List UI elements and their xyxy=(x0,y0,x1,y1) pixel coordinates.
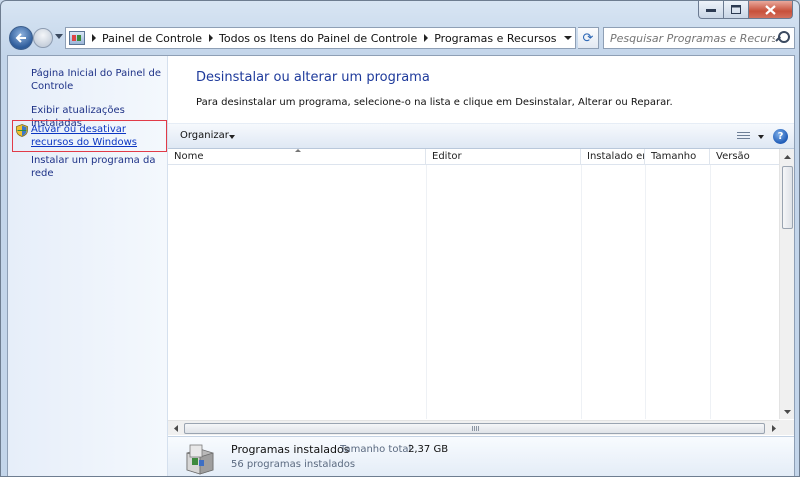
breadcrumb-separator-icon[interactable] xyxy=(424,34,429,42)
scroll-up-icon xyxy=(784,154,791,159)
scroll-left-button[interactable] xyxy=(168,421,183,436)
column-header-installed-on[interactable]: Instalado em xyxy=(581,149,645,165)
close-icon xyxy=(765,4,776,15)
refresh-button[interactable]: ⟳ xyxy=(578,27,599,49)
views-dropdown-icon[interactable] xyxy=(758,135,764,139)
breadcrumb-separator-icon[interactable] xyxy=(92,34,96,42)
sidebar-item-windows-features[interactable]: Ativar ou desativar recursos do Windows xyxy=(12,120,167,152)
breadcrumb-painel-de-controle[interactable]: Painel de Controle xyxy=(102,32,202,45)
vertical-scrollbar[interactable] xyxy=(779,149,794,419)
caption-buttons xyxy=(698,1,793,20)
column-divider xyxy=(426,165,427,419)
scroll-grip-icon xyxy=(472,426,479,431)
details-pane: Programas instalados Tamanho total: 2,37… xyxy=(168,436,794,476)
breadcrumb-separator-icon[interactable] xyxy=(209,34,214,42)
installed-programs-count: 56 programas instalados xyxy=(231,459,356,470)
scrollbar-corner xyxy=(779,420,794,435)
back-arrow-icon xyxy=(15,33,26,43)
close-button[interactable] xyxy=(749,1,793,19)
column-header-row: Nome Editor Instalado em Tamanho Versão xyxy=(168,149,779,165)
page-description: Para desinstalar um programa, selecione-… xyxy=(196,97,673,108)
column-header-editor[interactable]: Editor xyxy=(426,149,581,165)
horizontal-scrollbar[interactable] xyxy=(168,420,779,435)
search-icon[interactable] xyxy=(775,31,790,45)
organize-dropdown-icon[interactable] xyxy=(229,135,235,139)
control-panel-window: Painel de Controle Todos os Itens do Pai… xyxy=(0,0,800,477)
sidebar-item-windows-features-label: Ativar ou desativar recursos do Windows xyxy=(31,124,137,148)
programs-list[interactable]: Nome Editor Instalado em Tamanho Versão xyxy=(168,149,794,435)
page-title: Desinstalar ou alterar um programa xyxy=(196,70,430,85)
forward-button[interactable] xyxy=(33,28,53,48)
minimize-button[interactable] xyxy=(698,1,724,19)
scroll-down-button[interactable] xyxy=(780,404,795,419)
minimize-icon xyxy=(706,8,716,12)
content-area: Página Inicial do Painel de Controle Exi… xyxy=(7,55,795,476)
command-bar: Organizar ? xyxy=(168,123,794,149)
address-bar[interactable]: Painel de Controle Todos os Itens do Pai… xyxy=(65,27,576,49)
column-header-size[interactable]: Tamanho xyxy=(645,149,710,165)
maximize-icon xyxy=(731,5,741,14)
horizontal-scroll-thumb[interactable] xyxy=(184,423,765,434)
recent-pages-dropdown[interactable] xyxy=(55,34,63,39)
installed-programs-title: Programas instalados xyxy=(231,443,350,456)
main-pane: Desinstalar ou alterar um programa Para … xyxy=(168,56,794,476)
help-icon[interactable]: ? xyxy=(773,129,788,144)
scroll-left-icon xyxy=(173,425,178,432)
back-button[interactable] xyxy=(9,26,33,50)
task-pane: Página Inicial do Painel de Controle Exi… xyxy=(8,56,168,476)
sidebar-item-install-network[interactable]: Instalar um programa da rede xyxy=(31,154,166,180)
control-panel-icon xyxy=(69,31,85,45)
programs-box-icon xyxy=(186,444,214,475)
total-size-value: 2,37 GB xyxy=(408,444,449,455)
total-size-label: Tamanho total: xyxy=(340,444,415,455)
sidebar-item-home[interactable]: Página Inicial do Painel de Controle xyxy=(31,67,166,93)
views-icon[interactable] xyxy=(737,132,750,141)
breadcrumb-programas-e-recursos[interactable]: Programas e Recursos xyxy=(434,32,556,45)
column-header-version[interactable]: Versão xyxy=(710,149,778,165)
shield-icon xyxy=(16,124,28,137)
sort-ascending-icon xyxy=(295,149,301,152)
search-input[interactable] xyxy=(604,31,775,45)
scroll-down-icon xyxy=(784,409,791,414)
organize-button[interactable]: Organizar xyxy=(180,130,229,141)
scroll-right-icon xyxy=(771,425,776,432)
search-box[interactable] xyxy=(603,27,795,49)
refresh-icon: ⟳ xyxy=(582,30,594,46)
column-divider xyxy=(645,165,646,419)
column-divider xyxy=(581,165,582,419)
maximize-button[interactable] xyxy=(724,1,749,19)
breadcrumb-todos-os-itens[interactable]: Todos os Itens do Painel de Controle xyxy=(219,32,417,45)
address-history-dropdown[interactable] xyxy=(564,36,572,40)
navigation-bar: Painel de Controle Todos os Itens do Pai… xyxy=(7,25,795,51)
scroll-up-button[interactable] xyxy=(780,149,795,164)
vertical-scroll-thumb[interactable] xyxy=(782,166,793,229)
column-divider xyxy=(710,165,711,419)
